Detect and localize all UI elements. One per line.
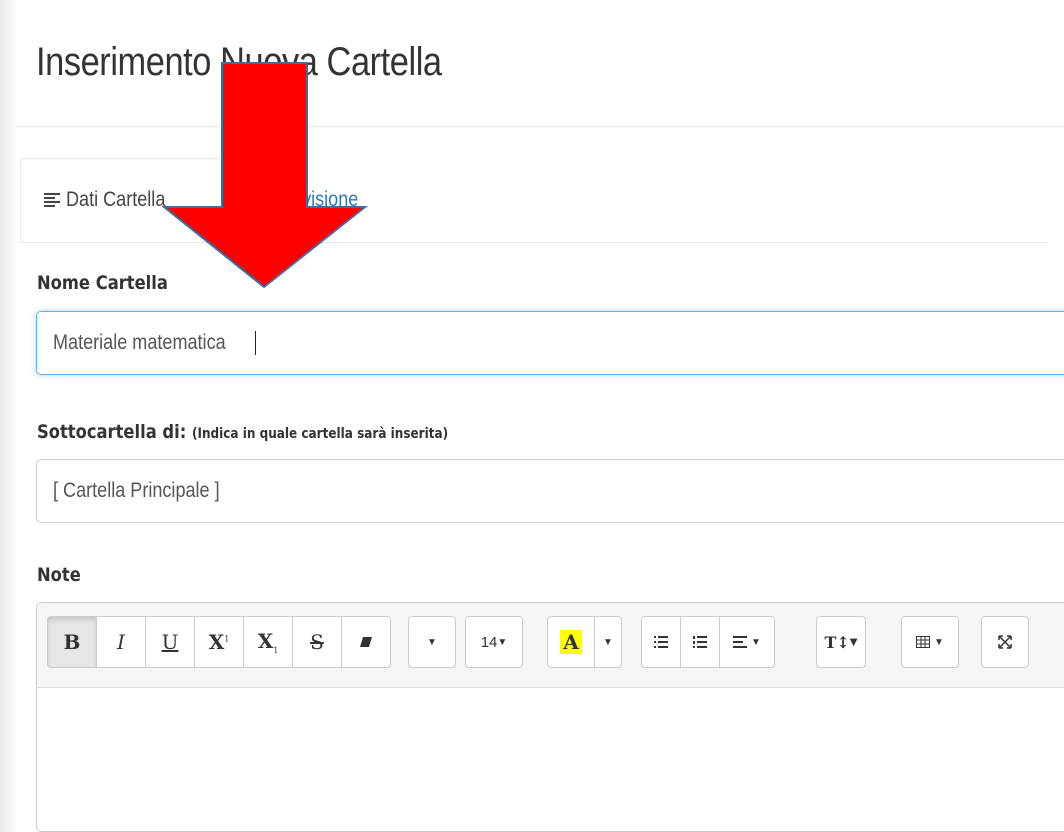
sottocartella-label: Sottocartella di: (Indica in quale carte… (37, 421, 448, 443)
sottocartella-label-text: Sottocartella di: (37, 421, 187, 443)
tab-condivisione[interactable]: ndivisione (278, 158, 371, 242)
nome-cartella-input[interactable]: Materiale matematica (36, 311, 1064, 375)
font-family-dropdown[interactable]: ▼ (408, 616, 456, 668)
strikethrough-icon: S (310, 630, 324, 654)
superscript-button[interactable]: X1 (194, 616, 244, 668)
caret-down-icon: ▼ (497, 636, 508, 648)
align-dropdown[interactable]: ▼ (719, 616, 775, 668)
page-title: Inserimento Nuova Cartella (36, 40, 442, 84)
line-height-dropdown[interactable]: T↕ ▼ (816, 616, 866, 668)
eraser-icon (360, 637, 372, 647)
align-left-icon (44, 193, 60, 207)
caret-down-icon: ▼ (427, 636, 437, 648)
font-size-dropdown[interactable]: 14 ▼ (465, 616, 523, 668)
nome-cartella-value: Materiale matematica (53, 331, 226, 354)
table-icon (916, 636, 931, 648)
unordered-list-button[interactable] (641, 616, 681, 668)
sottocartella-hint: (Indica in quale cartella sarà inserita) (191, 426, 449, 442)
caret-down-icon: ▼ (751, 636, 761, 648)
text-color-button[interactable]: A (547, 616, 595, 668)
underline-icon: U (161, 630, 179, 654)
sottocartella-select[interactable]: [ Cartella Principale ] (36, 459, 1064, 523)
fullscreen-button[interactable] (981, 616, 1029, 668)
editor-content-area[interactable] (37, 688, 1064, 831)
caret-down-icon: ▼ (849, 636, 858, 648)
fullscreen-icon (998, 635, 1012, 649)
caret-down-icon: ▼ (603, 636, 613, 648)
eraser-button[interactable] (341, 616, 391, 668)
font-size-value: 14 (480, 633, 498, 651)
subscript-icon: X1 (257, 629, 279, 655)
italic-button[interactable]: I (96, 616, 146, 668)
tab-bar: Dati Cartella ndivisione (20, 158, 1048, 243)
sottocartella-value: [ Cartella Principale ] (53, 479, 220, 502)
text-color-dropdown[interactable]: ▼ (594, 616, 622, 668)
italic-icon: I (117, 630, 125, 654)
bold-button[interactable]: B (47, 616, 97, 668)
table-dropdown[interactable]: ▼ (901, 616, 959, 668)
underline-button[interactable]: U (145, 616, 195, 668)
tab-condivisione-label: ndivisione (278, 188, 359, 211)
tab-dati-cartella[interactable]: Dati Cartella (44, 158, 182, 242)
subscript-button[interactable]: X1 (243, 616, 293, 668)
caret-down-icon: ▼ (934, 636, 944, 648)
line-height-icon: T↕ (824, 632, 850, 652)
unordered-list-icon (654, 636, 668, 648)
editor-toolbar: B I U X1 X1 S ▼ 14 ▼ A ▼ ▼ T↕ ▼ ▼ (37, 603, 1064, 688)
panel-header: Inserimento Nuova Cartella (16, 0, 1064, 127)
ordered-list-icon (693, 636, 707, 648)
nome-cartella-label: Nome Cartella (37, 272, 168, 294)
strikethrough-button[interactable]: S (292, 616, 342, 668)
bold-icon: B (63, 630, 81, 654)
superscript-icon: X1 (208, 630, 230, 654)
ordered-list-button[interactable] (680, 616, 720, 668)
tab-dati-cartella-label: Dati Cartella (66, 188, 166, 211)
color-icon: A (560, 630, 582, 654)
note-editor[interactable]: B I U X1 X1 S ▼ 14 ▼ A ▼ ▼ T↕ ▼ ▼ (36, 602, 1064, 832)
align-icon (733, 636, 748, 648)
note-label: Note (37, 564, 81, 586)
text-cursor (254, 331, 256, 355)
